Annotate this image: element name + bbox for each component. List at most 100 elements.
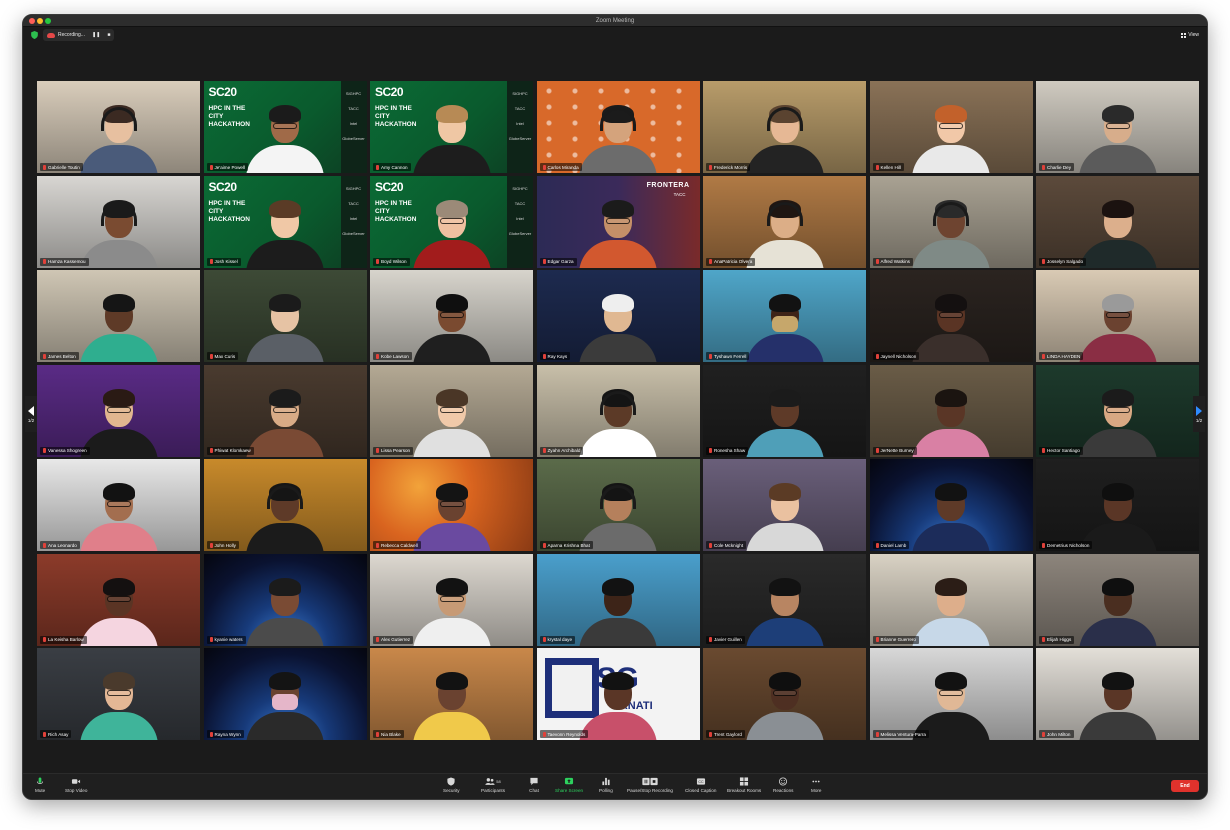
participant-name-tag: Je'aime Powell <box>206 163 248 171</box>
video-tile[interactable]: Kobe Lawson <box>370 270 533 362</box>
video-tile[interactable]: Alex Gutierrez <box>370 553 533 646</box>
pause-stop-recording-button[interactable]: Pause/Stop Recording <box>627 777 673 793</box>
next-page-button[interactable]: 1/2 <box>1193 396 1205 432</box>
view-button[interactable]: View <box>1181 29 1199 41</box>
video-tile[interactable]: Phiwat Klomkaew <box>203 364 367 457</box>
video-tile[interactable]: James Belton <box>37 270 200 362</box>
video-tile[interactable]: Zyahn Archibald <box>536 364 700 457</box>
video-tile[interactable]: John Holly <box>203 459 367 551</box>
video-tile[interactable]: Trent Gaylord <box>703 648 866 740</box>
end-meeting-button[interactable]: End <box>1171 780 1199 792</box>
video-tile[interactable]: SC20 HPC IN THE CITY HACKATHON SIGHPC TACC I… <box>203 81 367 173</box>
video-tile[interactable]: kyanie waters <box>203 553 367 646</box>
video-tile[interactable]: Jaynell Nicholson <box>869 270 1033 362</box>
video-tile[interactable]: Elijah Higgs <box>1036 553 1199 646</box>
participant-hair <box>602 294 634 312</box>
video-tile[interactable]: Carlos Miranda <box>536 81 700 173</box>
video-tile[interactable]: SC20 HPC IN THE CITY HACKATHON SIGHPC TACC I… <box>370 81 533 173</box>
video-tile[interactable]: LINDA HAYDEN <box>1036 270 1199 362</box>
sponsor-sidebar: SIGHPC TACC Intel GlobeServer <box>507 81 533 173</box>
pause-icon[interactable]: ❚❚ <box>92 32 100 38</box>
participant-body <box>1078 239 1157 268</box>
shield-icon[interactable] <box>31 31 38 39</box>
video-tile[interactable]: Kellen Hill <box>869 81 1033 173</box>
video-tile[interactable]: John Milton <box>1036 648 1199 740</box>
participant-name-tag: Nia Blake <box>373 730 404 738</box>
video-tile[interactable]: SC20 HPC IN THE CITY HACKATHON SIGHPC TACC I… <box>370 175 533 268</box>
recording-indicator[interactable]: Recording... ❚❚ ■ <box>43 29 115 41</box>
video-tile[interactable]: AnaPatricia Olvera <box>703 175 866 268</box>
video-tile[interactable]: Tyshawn Ferrell <box>703 270 866 362</box>
video-tile[interactable]: Melissa Ventura-Parra <box>869 648 1033 740</box>
video-tile[interactable]: Gabrielle Toutin <box>37 81 200 173</box>
participant-name-tag: Zyahn Archibald <box>539 446 584 455</box>
participants-count: 58 <box>496 779 501 784</box>
stop-video-label: Stop Video <box>65 788 88 793</box>
mute-button[interactable]: Mute <box>35 777 45 793</box>
breakout-rooms-button[interactable]: Breakout Rooms <box>727 777 761 793</box>
glasses-icon <box>106 690 131 696</box>
video-tile[interactable]: Rayna Wynn <box>203 648 367 740</box>
participant-silhouette <box>745 198 825 268</box>
security-button[interactable]: Security <box>443 777 460 793</box>
sponsor-label: Intel <box>516 121 524 126</box>
participant-name-tag: Alfred Watkins <box>872 257 913 266</box>
video-tile[interactable]: Ronesha Shaw <box>703 364 866 457</box>
video-tile[interactable]: Josselyn Salgado <box>1036 175 1199 268</box>
video-tile[interactable]: Frederick Morris <box>703 81 866 173</box>
video-tile[interactable]: Charlie Dey <box>1036 81 1199 173</box>
video-tile[interactable]: Rich Asay <box>37 648 200 740</box>
video-tile[interactable]: Alfred Watkins <box>869 175 1033 268</box>
chat-button[interactable]: Chat <box>529 777 539 793</box>
video-tile[interactable]: Daniel Lamb <box>869 459 1033 551</box>
video-tile[interactable]: SGERNATITaevonn Reynolds <box>536 648 700 740</box>
glasses-icon <box>106 501 131 507</box>
video-tile[interactable]: Lissa Pearson <box>370 364 533 457</box>
video-tile[interactable]: SC20 HPC IN THE CITY HACKATHON SIGHPC TACC I… <box>203 175 367 268</box>
video-tile[interactable]: krystal daye <box>536 553 700 646</box>
video-tile[interactable]: Rebecca Caldwell <box>370 459 533 551</box>
video-tile[interactable]: Ray Kays <box>536 270 700 362</box>
participant-name-tag: Cole Mcknight <box>706 541 747 549</box>
sponsor-sidebar: SIGHPC TACC Intel GlobeServer <box>340 81 367 173</box>
video-tile[interactable]: Brianne Guerrero <box>869 553 1033 646</box>
previous-page-button[interactable]: 1/2 <box>25 396 37 432</box>
video-tile[interactable]: FRONTERA TACC Edgar Garza <box>536 175 700 268</box>
video-tile[interactable]: JerNette Burney <box>869 364 1033 457</box>
participant-name: John Milton <box>1047 731 1071 737</box>
video-tile[interactable]: Ana Leonardo <box>37 459 200 551</box>
participant-silhouette <box>578 292 658 362</box>
muted-mic-icon <box>43 259 46 264</box>
video-tile[interactable]: Demetrius Nicholson <box>1036 459 1199 551</box>
polling-button[interactable]: Polling <box>599 777 613 793</box>
reactions-button[interactable]: Reactions <box>773 777 793 793</box>
participant-name: Boyd Wilson <box>381 259 407 264</box>
video-tile[interactable]: Vanessa Shogreen <box>37 364 200 457</box>
pause-stop-icon <box>642 777 658 786</box>
face-mask-icon <box>771 316 798 332</box>
video-tile[interactable]: Cole Mcknight <box>703 459 866 551</box>
participant-body <box>246 523 324 551</box>
stop-video-button[interactable]: Stop Video <box>65 777 87 793</box>
participant-silhouette <box>1078 387 1158 457</box>
video-tile[interactable]: Javier Guillen <box>703 553 866 646</box>
video-tile[interactable]: Max Curis <box>203 270 367 362</box>
participant-body <box>79 334 158 362</box>
video-tile[interactable]: La Keisha Barlow <box>37 553 200 646</box>
muted-mic-icon <box>875 637 879 642</box>
share-screen-button[interactable]: Share Screen <box>555 777 583 793</box>
participants-button[interactable]: 58 Participants <box>481 777 505 793</box>
more-button[interactable]: More <box>811 777 821 793</box>
participant-silhouette <box>245 670 325 740</box>
participant-silhouette <box>578 198 658 268</box>
participant-body <box>579 712 657 740</box>
recording-label: Recording... <box>58 32 85 38</box>
participant-name-tag: Ray Kays <box>539 352 571 360</box>
video-tile[interactable]: Hector Santiago <box>1036 364 1199 457</box>
video-tile[interactable]: Nia Blake <box>370 648 533 740</box>
stop-icon[interactable]: ■ <box>107 32 110 38</box>
closed-caption-button[interactable]: CC Closed Caption <box>685 777 716 793</box>
video-tile[interactable]: Aparna Krishna Bhat <box>536 459 700 551</box>
video-tile[interactable]: Hamza Kassemou <box>37 175 200 268</box>
participant-hair <box>435 294 468 312</box>
